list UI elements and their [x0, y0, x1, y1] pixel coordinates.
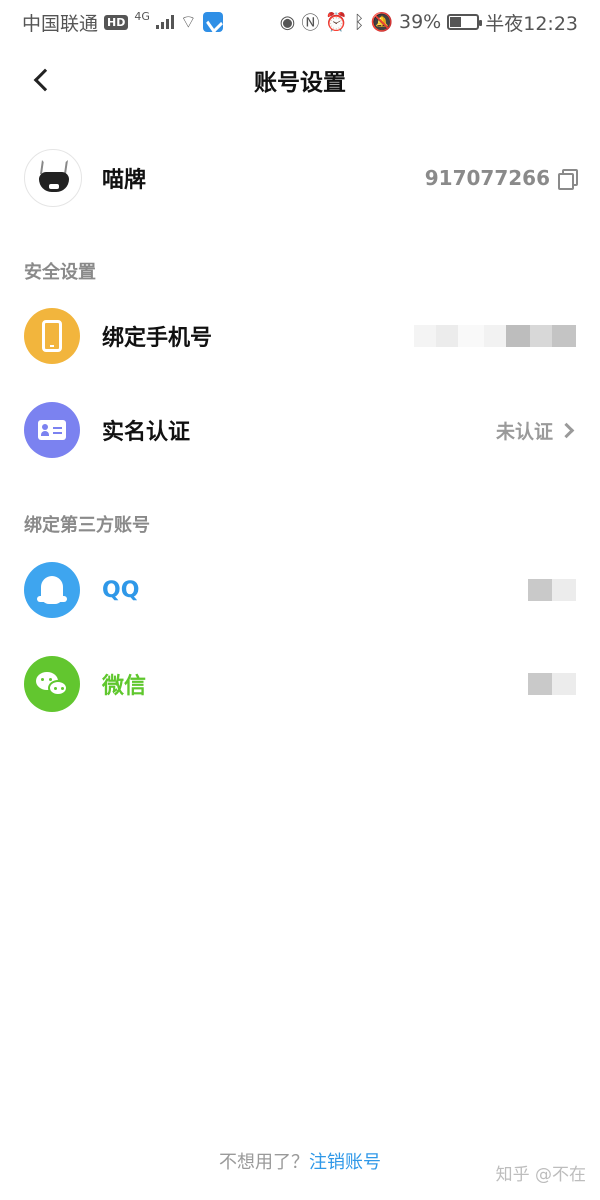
user-id: 917077266: [424, 166, 550, 190]
qq-icon: [24, 562, 80, 618]
carrier-name: 中国联通: [22, 12, 99, 35]
hd-badge: HD: [104, 14, 129, 30]
mute-icon: 🔕: [370, 11, 393, 33]
battery-icon: [447, 14, 483, 30]
alarm-icon: ⏰: [325, 11, 348, 33]
security-section-title: 安全设置: [24, 262, 96, 283]
battery-percent: 39%: [399, 11, 442, 33]
profile-row[interactable]: 喵牌 917077266: [0, 148, 600, 208]
uid-group: 917077266: [424, 166, 578, 190]
eye-comfort-icon: ◉: [279, 11, 296, 33]
bind-phone-row[interactable]: 绑定手机号: [0, 302, 600, 370]
page-title: 账号设置: [254, 70, 346, 96]
qq-masked-account: [528, 579, 576, 601]
qq-label: QQ: [102, 577, 140, 603]
third-party-section-title: 绑定第三方账号: [24, 515, 150, 536]
app-notification-icon: [202, 12, 223, 32]
nfc-icon: Ⓝ: [301, 13, 320, 34]
wechat-row[interactable]: 微信: [0, 650, 600, 718]
phone-icon: [24, 308, 80, 364]
profile-name: 喵牌: [102, 168, 147, 193]
page-header: 账号设置: [0, 50, 600, 110]
status-bar: 中国联通 HD 4G ⌔ ◉ Ⓝ ⏰ ᛒ 🔕 39% 半夜12:23: [0, 0, 600, 44]
bluetooth-icon: ᛒ: [353, 11, 365, 33]
copy-icon[interactable]: [558, 169, 578, 190]
back-button[interactable]: [22, 60, 62, 100]
signal-icon: [155, 15, 174, 29]
wechat-icon: [24, 656, 80, 712]
network-type: 4G: [134, 9, 150, 23]
wechat-masked-account: [528, 673, 576, 695]
chevron-right-icon: [558, 422, 575, 438]
realname-label: 实名认证: [102, 420, 191, 445]
realname-status: 未认证: [496, 417, 576, 444]
wifi-icon: ⌔: [179, 11, 197, 33]
realname-status-text: 未认证: [495, 420, 553, 443]
id-card-icon: [24, 402, 80, 458]
wechat-label: 微信: [102, 674, 147, 699]
chevron-left-icon: [33, 68, 57, 92]
realname-row[interactable]: 实名认证 未认证: [0, 396, 600, 464]
avatar[interactable]: [24, 149, 82, 207]
watermark: 知乎 @不在: [495, 1165, 586, 1185]
deactivate-account-link[interactable]: 注销账号: [309, 1152, 381, 1173]
qq-row[interactable]: QQ: [0, 556, 600, 624]
masked-phone-number: [414, 325, 576, 347]
clock-time: 半夜12:23: [485, 12, 578, 35]
bind-phone-label: 绑定手机号: [102, 326, 213, 351]
deactivate-prompt: 不想用了？: [219, 1152, 309, 1173]
